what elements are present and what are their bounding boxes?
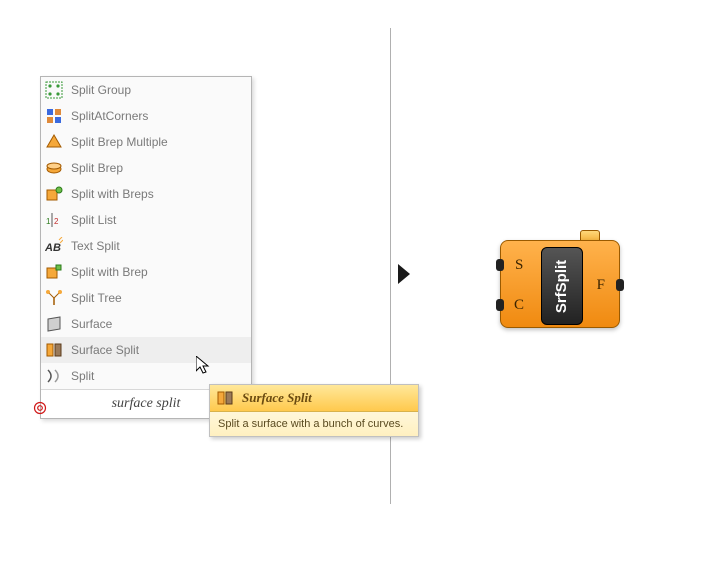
menu-item-label: Surface Split <box>71 343 139 357</box>
text-split-icon: AB <box>45 237 63 255</box>
srfsplit-component[interactable]: S C F SrfSplit <box>500 240 620 328</box>
insertion-marker-icon <box>398 264 414 287</box>
target-marker-icon <box>33 401 47 415</box>
split-list-icon: 12 <box>45 211 63 229</box>
menu-item-label: Text Split <box>71 239 120 253</box>
input-label-s: S <box>515 257 523 274</box>
split-group-icon <box>45 81 63 99</box>
svg-text:2: 2 <box>54 217 59 226</box>
component-body[interactable]: S C F SrfSplit <box>500 240 620 328</box>
component-tooltip: Surface Split Split a surface with a bun… <box>209 384 419 437</box>
menu-item-label: Split with Breps <box>71 187 154 201</box>
menu-item-split-group[interactable]: Split Group <box>41 77 251 103</box>
menu-item-label: Split Group <box>71 83 131 97</box>
input-grip-c[interactable] <box>496 299 504 311</box>
menu-item-split-at-corners[interactable]: SplitAtCorners <box>41 103 251 129</box>
svg-text:B: B <box>53 242 61 254</box>
tooltip-description: Split a surface with a bunch of curves. <box>210 412 418 436</box>
menu-item-split-brep-multiple[interactable]: Split Brep Multiple <box>41 129 251 155</box>
menu-item-text-split[interactable]: AB Text Split <box>41 233 251 259</box>
output-label-f: F <box>597 277 605 294</box>
menu-item-label: Split Tree <box>71 291 122 305</box>
component-search-menu[interactable]: Split Group SplitAtCorners Split Brep Mu… <box>40 76 252 419</box>
split-brep-icon <box>45 159 63 177</box>
menu-item-surface-split[interactable]: Surface Split <box>41 337 251 363</box>
menu-item-label: Split List <box>71 213 116 227</box>
split-with-brep-icon <box>45 263 63 281</box>
split-brep-multiple-icon <box>45 133 63 151</box>
menu-item-label: Split Brep <box>71 161 123 175</box>
menu-item-label: SplitAtCorners <box>71 109 148 123</box>
surface-split-icon <box>45 341 63 359</box>
menu-item-split-brep[interactable]: Split Brep <box>41 155 251 181</box>
menu-item-split-with-brep[interactable]: Split with Brep <box>41 259 251 285</box>
menu-item-label: Split with Brep <box>71 265 148 279</box>
tooltip-title: Surface Split <box>242 390 312 406</box>
split-icon <box>45 367 63 385</box>
component-name-plate: SrfSplit <box>541 247 583 325</box>
svg-text:1: 1 <box>46 217 51 226</box>
input-grip-s[interactable] <box>496 259 504 271</box>
surface-split-icon <box>216 389 234 407</box>
split-tree-icon <box>45 289 63 307</box>
menu-item-split-tree[interactable]: Split Tree <box>41 285 251 311</box>
menu-item-split-with-breps[interactable]: Split with Breps <box>41 181 251 207</box>
menu-item-label: Split <box>71 369 94 383</box>
output-grip-f[interactable] <box>616 279 624 291</box>
menu-item-label: Surface <box>71 317 112 331</box>
menu-item-label: Split Brep Multiple <box>71 135 168 149</box>
surface-icon <box>45 315 63 333</box>
input-label-c: C <box>514 297 524 314</box>
menu-item-split-list[interactable]: 12 Split List <box>41 207 251 233</box>
menu-item-surface[interactable]: Surface <box>41 311 251 337</box>
svg-text:A: A <box>45 242 53 254</box>
search-text: surface split <box>112 396 181 412</box>
component-name-label: SrfSplit <box>554 259 571 312</box>
split-corners-icon <box>45 107 63 125</box>
split-with-breps-icon <box>45 185 63 203</box>
